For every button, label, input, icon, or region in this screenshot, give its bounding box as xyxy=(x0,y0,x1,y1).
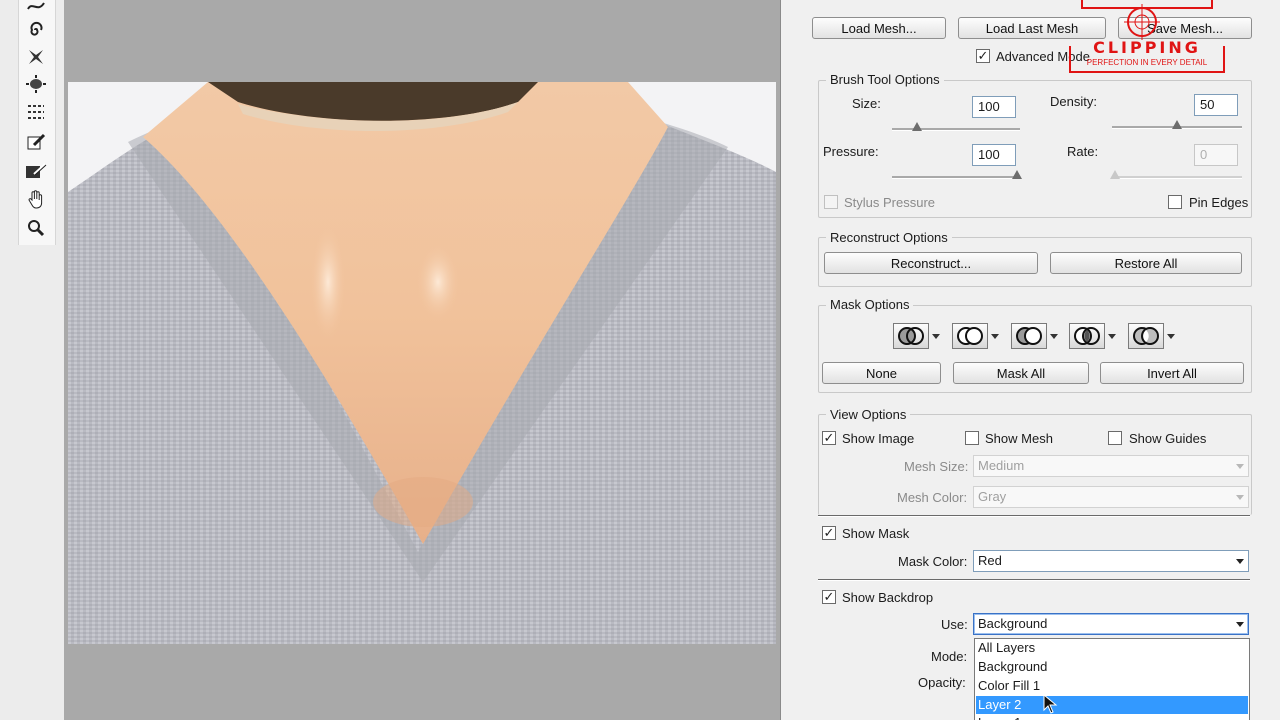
pressure-input[interactable]: 100 xyxy=(972,144,1016,166)
divider xyxy=(818,579,1250,581)
mouse-cursor-icon xyxy=(1043,693,1059,714)
reconstruct-options-title: Reconstruct Options xyxy=(826,230,952,245)
add-to-selection-mask-button[interactable] xyxy=(952,323,1000,349)
dropdown-option[interactable]: Layer 1 xyxy=(976,714,1248,720)
show-mesh-label: Show Mesh xyxy=(985,431,1053,446)
use-value: Background xyxy=(978,616,1048,631)
density-input[interactable]: 50 xyxy=(1194,94,1238,116)
thaw-mask-tool-icon[interactable] xyxy=(24,159,48,183)
load-mesh-button[interactable]: Load Mesh... xyxy=(812,17,946,39)
forward-warp-tool-icon[interactable] xyxy=(24,0,48,18)
watermark-tagline: PERFECTION IN EVERY DETAIL xyxy=(1086,58,1208,67)
dropdown-option[interactable]: Background xyxy=(976,658,1248,676)
chevron-down-icon xyxy=(1236,495,1244,500)
density-slider[interactable] xyxy=(1112,120,1242,129)
pucker-tool-icon[interactable] xyxy=(24,45,48,69)
pressure-slider[interactable] xyxy=(892,170,1022,179)
chevron-down-icon xyxy=(1050,334,1058,339)
zoom-tool-icon[interactable] xyxy=(24,216,48,240)
dropdown-option-highlighted[interactable]: Layer 2 xyxy=(976,696,1248,714)
reconstruct-button[interactable]: Reconstruct... xyxy=(824,252,1038,274)
mesh-size-value: Medium xyxy=(978,458,1025,473)
opacity-label: Opacity: xyxy=(918,675,966,690)
mask-options-title: Mask Options xyxy=(826,297,914,312)
chevron-down-icon xyxy=(1236,622,1244,627)
mask-color-label: Mask Color: xyxy=(898,554,968,569)
mask-color-value: Red xyxy=(978,553,1002,568)
tools-panel xyxy=(0,0,65,720)
use-dropdown-list: All Layers Background Color Fill 1 Layer… xyxy=(974,638,1250,720)
invert-selection-mask-button[interactable] xyxy=(1128,323,1176,349)
dropdown-option[interactable]: All Layers xyxy=(976,639,1248,657)
view-options-title: View Options xyxy=(826,407,911,422)
use-select[interactable]: Background xyxy=(973,613,1249,635)
chevron-down-icon xyxy=(1108,334,1116,339)
use-label: Use: xyxy=(941,617,968,632)
replace-selection-mask-button[interactable] xyxy=(893,323,941,349)
rate-slider xyxy=(1110,170,1242,179)
chevron-down-icon xyxy=(932,334,940,339)
watermark-brand: CLIPPING xyxy=(1093,38,1201,57)
size-input[interactable]: 100 xyxy=(972,96,1016,118)
show-mask-checkbox[interactable]: ✓ xyxy=(822,526,836,540)
mask-all-button[interactable]: Mask All xyxy=(953,362,1089,384)
advanced-mode-checkbox[interactable]: ✓ xyxy=(976,49,990,63)
show-backdrop-label: Show Backdrop xyxy=(842,590,934,605)
size-slider[interactable] xyxy=(892,122,1020,131)
show-image-checkbox[interactable]: ✓ xyxy=(822,431,836,445)
brush-options-title: Brush Tool Options xyxy=(826,72,944,87)
density-label: Density: xyxy=(1050,94,1097,109)
mode-label: Mode: xyxy=(931,649,968,664)
chevron-down-icon xyxy=(1236,464,1244,469)
restore-all-button[interactable]: Restore All xyxy=(1050,252,1242,274)
mask-color-select[interactable]: Red xyxy=(973,550,1249,572)
preview-canvas[interactable] xyxy=(64,0,780,720)
hand-tool-icon[interactable] xyxy=(24,188,48,212)
clipping-watermark-logo: CLIPPING PERFECTION IN EVERY DETAIL xyxy=(1068,0,1226,76)
show-mask-label: Show Mask xyxy=(842,526,910,541)
push-left-tool-icon[interactable] xyxy=(24,100,48,124)
bloat-tool-icon[interactable] xyxy=(24,72,48,96)
chevron-down-icon xyxy=(991,334,999,339)
freeze-mask-tool-icon[interactable] xyxy=(24,130,48,154)
invert-all-button[interactable]: Invert All xyxy=(1100,362,1244,384)
subtract-from-selection-mask-button[interactable] xyxy=(1011,323,1059,349)
show-mesh-checkbox[interactable] xyxy=(965,431,979,445)
mesh-size-select: Medium xyxy=(973,455,1249,477)
mesh-color-select: Gray xyxy=(973,486,1249,508)
divider xyxy=(818,515,1250,517)
mesh-color-value: Gray xyxy=(978,489,1007,504)
mesh-color-label: Mesh Color: xyxy=(897,490,968,505)
tshirt-photo xyxy=(68,82,776,644)
rate-label: Rate: xyxy=(1067,144,1099,159)
mesh-size-label: Mesh Size: xyxy=(904,459,969,474)
pressure-label: Pressure: xyxy=(823,144,879,159)
show-guides-checkbox[interactable] xyxy=(1108,431,1122,445)
show-image-label: Show Image xyxy=(842,431,915,446)
chevron-down-icon xyxy=(1236,559,1244,564)
dropdown-option[interactable]: Color Fill 1 xyxy=(976,677,1248,695)
twirl-tool-icon[interactable] xyxy=(24,18,48,42)
pin-edges-label: Pin Edges xyxy=(1189,195,1249,210)
rate-input: 0 xyxy=(1194,144,1238,166)
size-label: Size: xyxy=(852,96,881,111)
mask-none-button[interactable]: None xyxy=(822,362,941,384)
show-backdrop-checkbox[interactable]: ✓ xyxy=(822,590,836,604)
pin-edges-checkbox[interactable] xyxy=(1168,195,1182,209)
stylus-pressure-label: Stylus Pressure xyxy=(844,195,936,210)
stylus-pressure-checkbox xyxy=(824,195,838,209)
chevron-down-icon xyxy=(1167,334,1175,339)
intersect-selection-mask-button[interactable] xyxy=(1069,323,1117,349)
show-guides-label: Show Guides xyxy=(1129,431,1207,446)
